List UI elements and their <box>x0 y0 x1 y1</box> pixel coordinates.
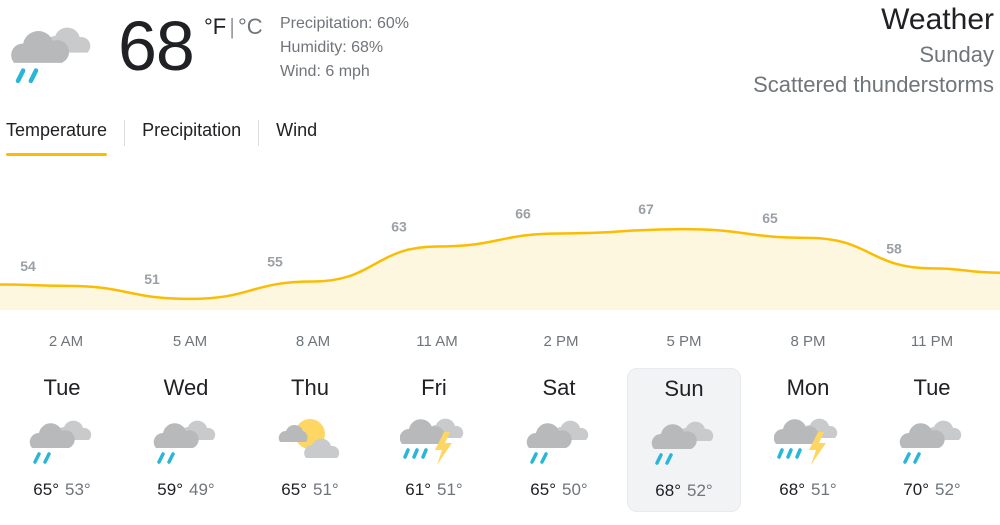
tab-precipitation[interactable]: Precipitation <box>142 114 241 156</box>
cloud-rain-icon <box>152 410 222 466</box>
unit-separator: | <box>229 14 235 39</box>
tab-temperature[interactable]: Temperature <box>6 114 108 156</box>
forecast-temps: 65° 50° <box>503 480 615 500</box>
data-label: 63 <box>391 219 407 235</box>
forecast-day-7[interactable]: Tue 70° 52° <box>876 368 988 510</box>
temperature-area-fill <box>0 229 1000 310</box>
x-tick-label: 8 PM <box>790 333 825 350</box>
unit-toggle: °F | °C <box>204 14 263 40</box>
daily-forecast: Tue 65° 53° Wed 59° 49° Thu 65° 51° Fri 61° 51° Sat 6… <box>0 368 1000 513</box>
tab-divider <box>124 120 126 146</box>
cloud-rain-icon <box>8 14 100 86</box>
widget-title: Weather <box>881 3 994 36</box>
forecast-low: 51° <box>437 480 463 499</box>
forecast-high: 65° <box>33 480 59 499</box>
cloud-rain-icon <box>898 410 968 466</box>
forecast-high: 65° <box>530 480 556 499</box>
forecast-high: 61° <box>405 480 431 499</box>
unit-fahrenheit[interactable]: °F <box>204 14 226 39</box>
forecast-day-name: Sat <box>542 375 576 400</box>
temperature-chart: 54 2 AM 51 5 AM 55 8 AM 63 11 AM 66 2 PM 67 5 PM 65 8… <box>0 201 1000 350</box>
forecast-day-name: Sun <box>664 376 704 401</box>
forecast-low: 50° <box>562 480 588 499</box>
data-label: 67 <box>638 201 654 217</box>
data-label: 58 <box>886 240 902 256</box>
tab-divider <box>258 120 260 146</box>
forecast-low: 49° <box>189 480 215 499</box>
forecast-temps: 68° 51° <box>752 480 864 500</box>
forecast-high: 68° <box>655 481 681 500</box>
forecast-temps: 59° 49° <box>130 480 242 500</box>
cloud-rain-icon <box>525 410 595 466</box>
forecast-day-5[interactable]: Sun 68° 52° <box>627 368 741 512</box>
forecast-day-2[interactable]: Thu 65° 51° <box>254 368 366 510</box>
precipitation-text: Precipitation: 60% <box>280 15 409 32</box>
current-conditions: 68 °F | °C Precipitation: 60% Humidity: 68… <box>8 6 428 96</box>
x-tick-label: 5 PM <box>666 333 701 350</box>
current-temperature: 68 <box>118 7 195 85</box>
forecast-high: 70° <box>903 480 929 499</box>
cloud-rain-icon <box>650 411 720 467</box>
current-day: Sunday <box>919 42 994 67</box>
forecast-temps: 68° 52° <box>628 481 740 501</box>
data-label: 65 <box>762 210 778 226</box>
weather-header: Weather Sunday Scattered thunderstorms <box>753 0 994 100</box>
data-label: 51 <box>144 271 160 287</box>
forecast-day-name: Thu <box>291 375 329 400</box>
thunderstorm-icon <box>400 410 470 466</box>
x-tick-label: 2 PM <box>543 333 578 350</box>
forecast-low: 51° <box>811 480 837 499</box>
x-tick-label: 11 AM <box>416 333 457 350</box>
x-tick-label: 8 AM <box>296 333 330 350</box>
current-condition: Scattered thunderstorms <box>753 72 994 97</box>
forecast-low: 53° <box>65 480 91 499</box>
forecast-low: 51° <box>313 480 339 499</box>
forecast-high: 68° <box>779 480 805 499</box>
x-tick-label: 2 AM <box>49 333 83 350</box>
x-tick-label: 11 PM <box>911 333 953 350</box>
forecast-day-name: Mon <box>786 375 830 400</box>
forecast-day-1[interactable]: Wed 59° 49° <box>130 368 242 510</box>
forecast-temps: 70° 52° <box>876 480 988 500</box>
humidity-text: Humidity: 68% <box>280 39 384 56</box>
wind-text: Wind: 6 mph <box>280 63 370 80</box>
cloud-rain-icon <box>28 410 98 466</box>
x-tick-label: 5 AM <box>173 333 207 350</box>
forecast-day-0[interactable]: Tue 65° 53° <box>6 368 118 510</box>
forecast-day-3[interactable]: Fri 61° 51° <box>378 368 490 510</box>
forecast-low: 52° <box>687 481 713 500</box>
forecast-low: 52° <box>935 480 961 499</box>
data-label: 55 <box>267 253 283 269</box>
forecast-high: 65° <box>281 480 307 499</box>
chart-tabs: Temperature Precipitation Wind <box>6 114 317 160</box>
forecast-temps: 65° 51° <box>254 480 366 500</box>
forecast-day-name: Tue <box>43 375 81 400</box>
forecast-high: 59° <box>157 480 183 499</box>
unit-celsius[interactable]: °C <box>238 14 263 39</box>
partly-cloudy-icon <box>276 410 346 466</box>
forecast-day-name: Fri <box>421 375 447 400</box>
forecast-day-name: Tue <box>913 375 951 400</box>
thunderstorm-icon <box>774 410 844 466</box>
tab-wind[interactable]: Wind <box>276 114 317 156</box>
forecast-day-name: Wed <box>163 375 209 400</box>
data-label: 66 <box>515 205 531 221</box>
forecast-temps: 61° 51° <box>378 480 490 500</box>
forecast-day-6[interactable]: Mon 68° 51° <box>752 368 864 510</box>
data-label: 54 <box>20 258 36 274</box>
forecast-temps: 65° 53° <box>6 480 118 500</box>
forecast-day-4[interactable]: Sat 65° 50° <box>503 368 615 510</box>
current-details: Precipitation: 60% Humidity: 68% Wind: 6… <box>280 12 409 84</box>
